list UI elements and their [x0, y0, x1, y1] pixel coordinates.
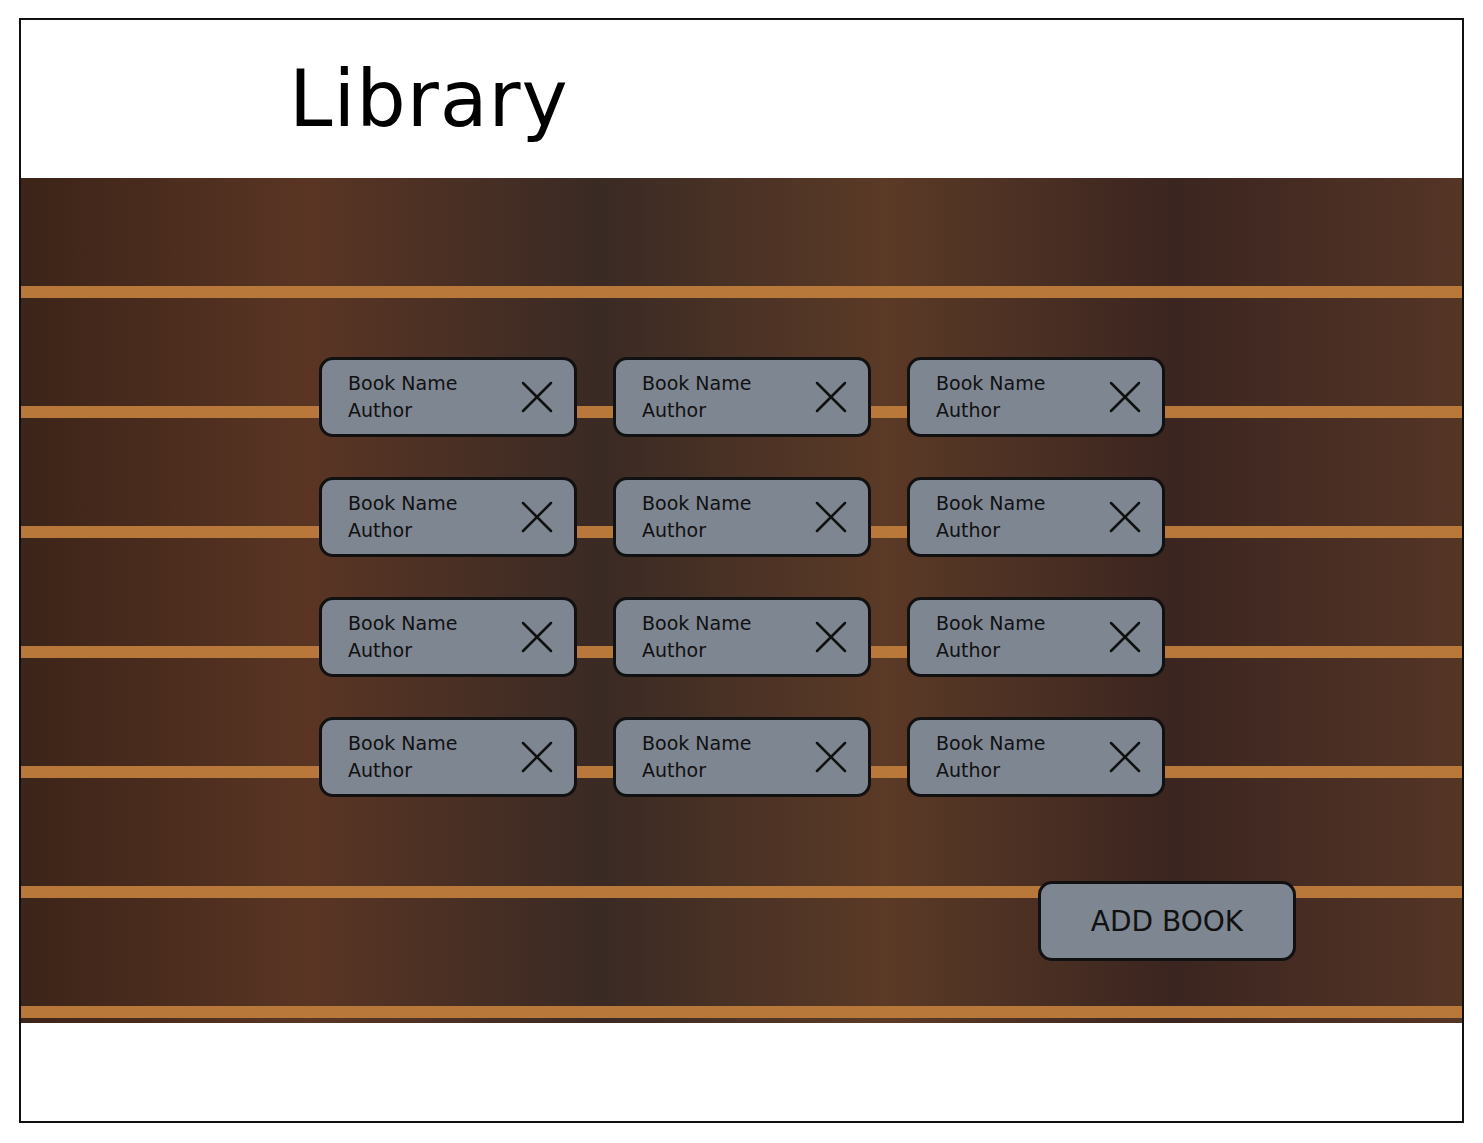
book-card[interactable]: Book NameAuthor	[319, 597, 577, 677]
book-info: Book NameAuthor	[936, 370, 1045, 424]
book-author: Author	[348, 397, 457, 424]
close-icon[interactable]	[520, 380, 554, 414]
book-name: Book Name	[936, 730, 1045, 757]
book-grid: Book NameAuthorBook NameAuthorBook NameA…	[319, 357, 1462, 797]
book-info: Book NameAuthor	[642, 610, 751, 664]
book-author: Author	[642, 517, 751, 544]
book-info: Book NameAuthor	[348, 490, 457, 544]
book-card[interactable]: Book NameAuthor	[907, 357, 1165, 437]
book-info: Book NameAuthor	[642, 370, 751, 424]
book-info: Book NameAuthor	[936, 610, 1045, 664]
header: Library	[21, 20, 1462, 178]
book-author: Author	[348, 637, 457, 664]
add-book-button[interactable]: ADD BOOK	[1038, 881, 1296, 961]
book-info: Book NameAuthor	[348, 610, 457, 664]
book-author: Author	[936, 637, 1045, 664]
book-author: Author	[936, 517, 1045, 544]
book-author: Author	[936, 397, 1045, 424]
book-name: Book Name	[348, 370, 457, 397]
book-author: Author	[642, 757, 751, 784]
button-row: ADD BOOK	[319, 881, 1462, 961]
book-name: Book Name	[642, 610, 751, 637]
book-card[interactable]: Book NameAuthor	[613, 597, 871, 677]
book-info: Book NameAuthor	[936, 490, 1045, 544]
book-author: Author	[348, 757, 457, 784]
book-name: Book Name	[936, 610, 1045, 637]
book-card[interactable]: Book NameAuthor	[907, 477, 1165, 557]
book-name: Book Name	[348, 610, 457, 637]
page-title: Library	[289, 54, 569, 144]
close-icon[interactable]	[814, 740, 848, 774]
book-name: Book Name	[348, 490, 457, 517]
book-card[interactable]: Book NameAuthor	[613, 477, 871, 557]
book-card[interactable]: Book NameAuthor	[907, 597, 1165, 677]
close-icon[interactable]	[520, 500, 554, 534]
book-card[interactable]: Book NameAuthor	[319, 477, 577, 557]
book-name: Book Name	[348, 730, 457, 757]
close-icon[interactable]	[814, 500, 848, 534]
book-info: Book NameAuthor	[642, 730, 751, 784]
book-name: Book Name	[936, 490, 1045, 517]
close-icon[interactable]	[814, 620, 848, 654]
close-icon[interactable]	[814, 380, 848, 414]
book-info: Book NameAuthor	[348, 370, 457, 424]
book-info: Book NameAuthor	[348, 730, 457, 784]
book-author: Author	[348, 517, 457, 544]
book-card[interactable]: Book NameAuthor	[319, 717, 577, 797]
book-author: Author	[642, 637, 751, 664]
close-icon[interactable]	[1108, 500, 1142, 534]
book-card[interactable]: Book NameAuthor	[613, 357, 871, 437]
close-icon[interactable]	[1108, 620, 1142, 654]
book-name: Book Name	[936, 370, 1045, 397]
book-name: Book Name	[642, 730, 751, 757]
close-icon[interactable]	[1108, 380, 1142, 414]
book-name: Book Name	[642, 370, 751, 397]
book-author: Author	[642, 397, 751, 424]
book-card[interactable]: Book NameAuthor	[613, 717, 871, 797]
book-card[interactable]: Book NameAuthor	[907, 717, 1165, 797]
page-frame: Library Book NameAuthorBook NameAuthorBo…	[19, 18, 1464, 1123]
close-icon[interactable]	[1108, 740, 1142, 774]
close-icon[interactable]	[520, 740, 554, 774]
book-card[interactable]: Book NameAuthor	[319, 357, 577, 437]
book-name: Book Name	[642, 490, 751, 517]
book-info: Book NameAuthor	[642, 490, 751, 544]
bookshelf-photo: Book NameAuthorBook NameAuthorBook NameA…	[21, 178, 1462, 1023]
book-author: Author	[936, 757, 1045, 784]
book-info: Book NameAuthor	[936, 730, 1045, 784]
close-icon[interactable]	[520, 620, 554, 654]
